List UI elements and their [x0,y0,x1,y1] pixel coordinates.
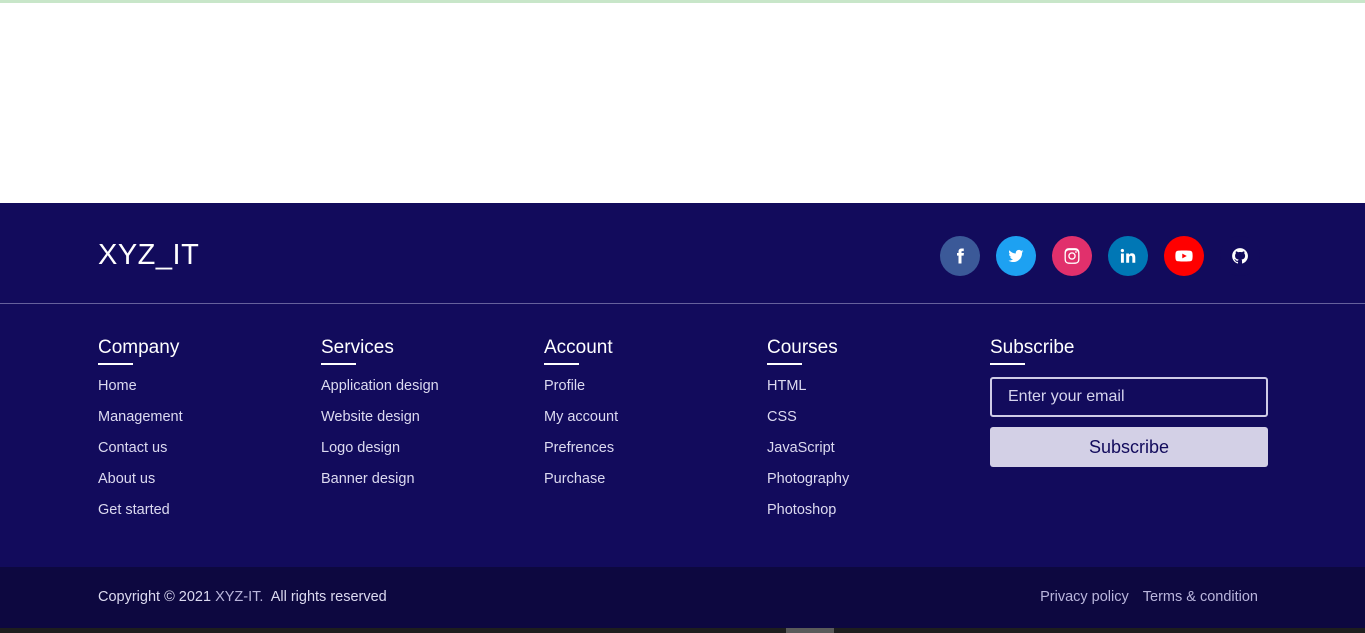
footer-link-item: Prefrences [544,439,618,470]
footer-link[interactable]: Prefrences [544,440,614,456]
link-list: Application design Website design Logo des… [321,377,439,501]
privacy-policy-link[interactable]: Privacy policy [1040,589,1129,605]
footer-link-item: CSS [767,408,849,439]
scrollbar-thumb[interactable] [786,628,834,633]
footer-link[interactable]: Home [98,378,137,394]
column-title: Courses [767,337,849,365]
copyright-brand-link[interactable]: XYZ-IT. [215,589,263,605]
footer-top: XYZ_IT [0,203,1365,303]
footer-link-item: Logo design [321,439,439,470]
footer-link[interactable]: Banner design [321,471,415,487]
footer-link-item: Management [98,408,183,439]
footer-link[interactable]: My account [544,409,618,425]
instagram-icon[interactable] [1052,236,1092,276]
column-title: Company [98,337,183,365]
footer-link-item: Website design [321,408,439,439]
page-content-area [0,3,1365,203]
link-list: Profile My account Prefrences Purchase [544,377,618,501]
copyright-prefix: Copyright © 2021 [98,589,212,605]
link-list: HTML CSS JavaScript Photography Photoshop [767,377,849,532]
horizontal-scrollbar[interactable] [0,628,1365,633]
footer-link[interactable]: Contact us [98,440,167,456]
footer-link-item: Application design [321,377,439,408]
footer-link-item: Purchase [544,470,618,501]
column-company: Company Home Management Contact us About us… [98,337,183,532]
footer-link[interactable]: Purchase [544,471,605,487]
footer-bottom-bar: Copyright © 2021 XYZ-IT. All rights rese… [0,567,1365,628]
footer-link[interactable]: Photoshop [767,502,836,518]
footer-link-item: JavaScript [767,439,849,470]
column-courses: Courses HTML CSS JavaScript Photography Phot… [767,337,849,532]
column-title: Services [321,337,439,365]
github-icon[interactable] [1220,236,1260,276]
column-account: Account Profile My account Prefrences Purch… [544,337,618,501]
footer-divider [0,303,1365,304]
footer-link-item: About us [98,470,183,501]
email-input[interactable] [990,377,1268,417]
terms-link[interactable]: Terms & condition [1143,589,1258,605]
footer-link-item: Photography [767,470,849,501]
footer-link-item: Banner design [321,470,439,501]
legal-links: Privacy policy Terms & condition [1040,589,1258,605]
column-subscribe: Subscribe [990,337,1075,365]
footer-link[interactable]: JavaScript [767,440,835,456]
copyright: Copyright © 2021 XYZ-IT. All rights rese… [98,589,387,605]
footer-link-item: Photoshop [767,501,849,532]
twitter-icon[interactable] [996,236,1036,276]
footer-link[interactable]: About us [98,471,155,487]
footer-link-item: My account [544,408,618,439]
linkedin-icon[interactable] [1108,236,1148,276]
footer-link-item: HTML [767,377,849,408]
footer-link[interactable]: HTML [767,378,806,394]
social-links [940,236,1260,276]
footer-link[interactable]: Get started [98,502,170,518]
link-list: Home Management Contact us About us Get star… [98,377,183,532]
footer-link[interactable]: Application design [321,378,439,394]
subscribe-button[interactable]: Subscribe [990,427,1268,467]
copyright-suffix: All rights reserved [270,589,387,605]
footer-link[interactable]: Profile [544,378,585,394]
footer-link-item: Contact us [98,439,183,470]
column-title: Account [544,337,618,365]
footer-link[interactable]: Website design [321,409,420,425]
column-services: Services Application design Website desig… [321,337,439,501]
footer-link[interactable]: Photography [767,471,849,487]
youtube-icon[interactable] [1164,236,1204,276]
footer: XYZ_IT Company Home Management Contact u… [0,203,1365,567]
footer-link[interactable]: Logo design [321,440,400,456]
subscribe-title: Subscribe [990,337,1075,365]
facebook-icon[interactable] [940,236,980,276]
footer-link-item: Profile [544,377,618,408]
footer-link-item: Get started [98,501,183,532]
footer-link-item: Home [98,377,183,408]
footer-link[interactable]: Management [98,409,183,425]
footer-brand[interactable]: XYZ_IT [98,239,199,272]
footer-link[interactable]: CSS [767,409,797,425]
